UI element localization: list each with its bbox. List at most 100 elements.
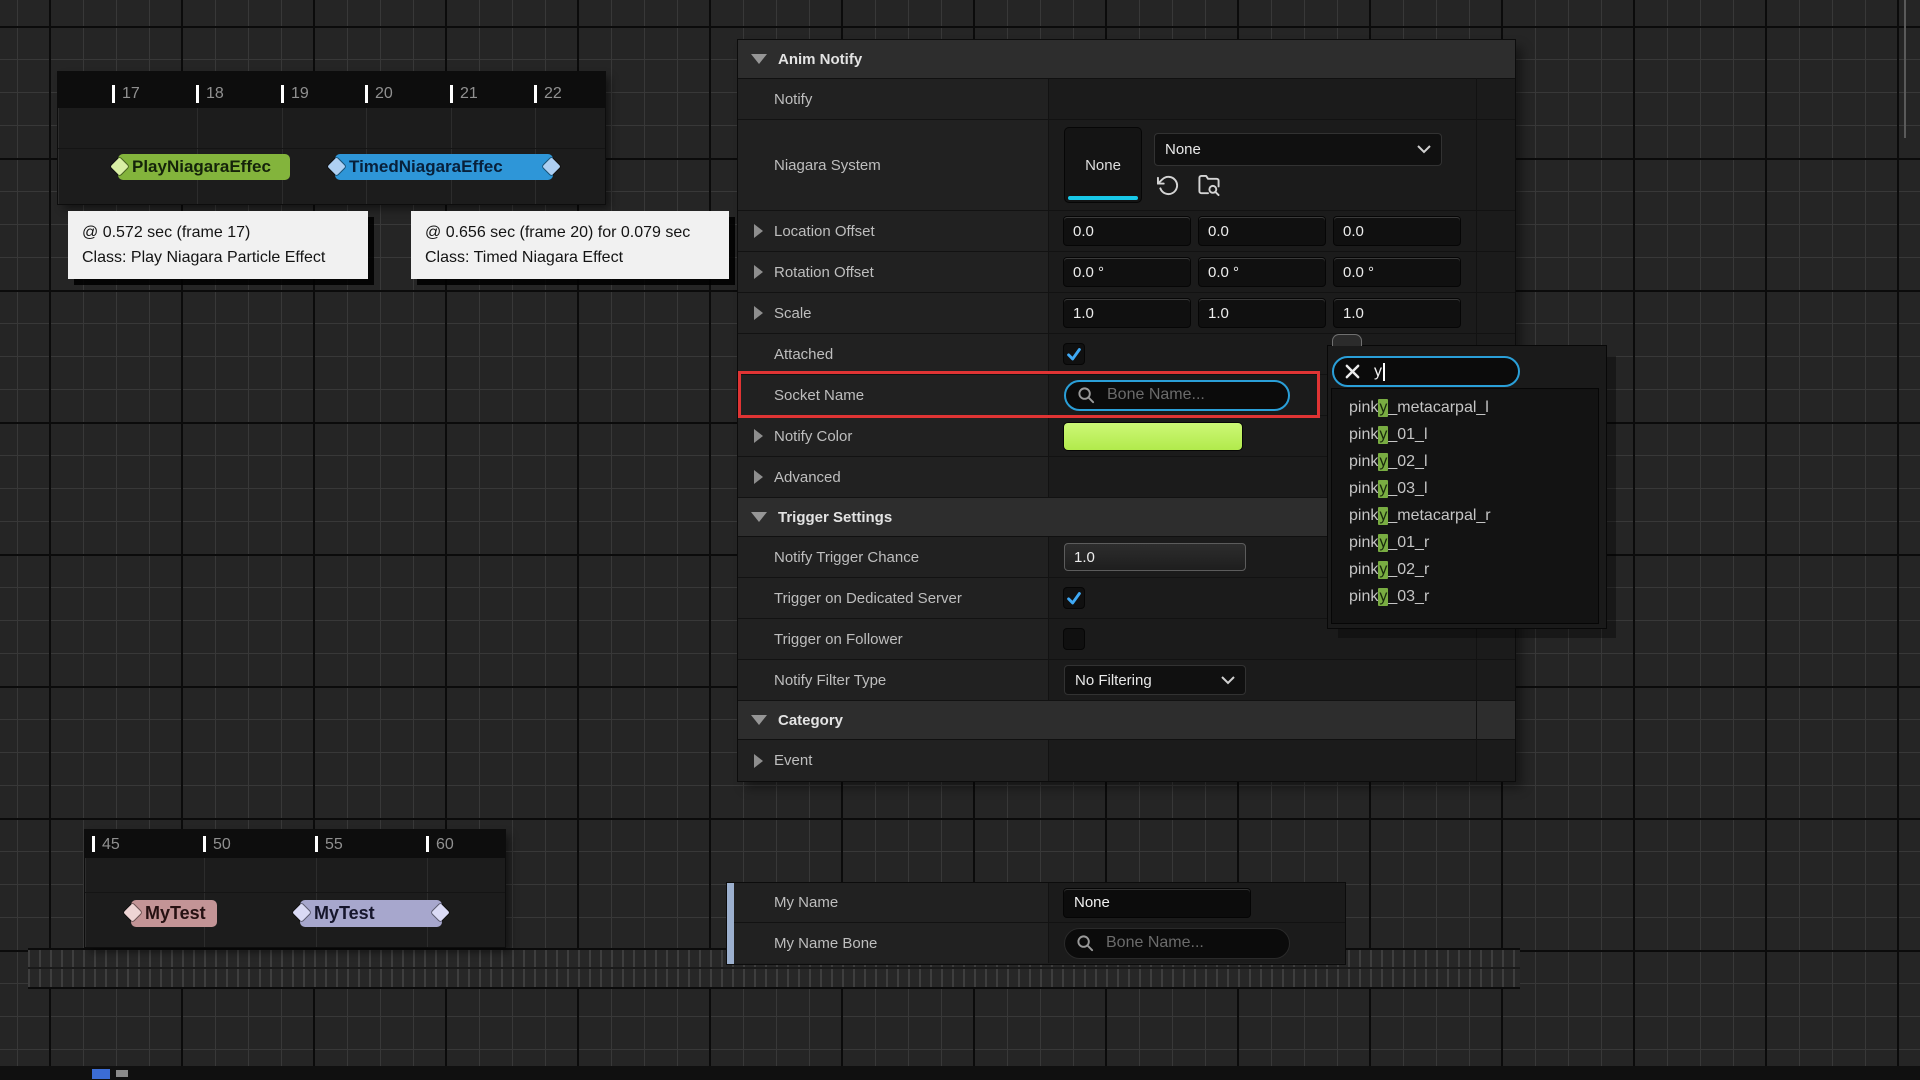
collapse-triangle-icon[interactable] bbox=[751, 715, 767, 725]
section-header-anim-notify[interactable]: Anim Notify bbox=[738, 40, 1515, 79]
search-icon bbox=[1077, 386, 1096, 405]
asset-thumbnail[interactable]: None bbox=[1064, 127, 1142, 203]
my-name-bone-search[interactable] bbox=[1064, 928, 1290, 959]
collapse-triangle-icon[interactable] bbox=[751, 54, 767, 64]
range-marker bbox=[116, 1070, 128, 1077]
socket-name-input[interactable] bbox=[1105, 385, 1269, 405]
collapse-triangle-icon[interactable] bbox=[751, 512, 767, 522]
notify-diamond-icon[interactable] bbox=[292, 903, 310, 921]
row-event: Event bbox=[738, 740, 1515, 781]
expand-triangle-icon[interactable] bbox=[754, 754, 763, 768]
clear-search-icon[interactable] bbox=[1344, 363, 1361, 380]
notify-tooltip: @ 0.572 sec (frame 17) Class: Play Niaga… bbox=[68, 211, 368, 279]
notify-timed-niagara-effect[interactable]: TimedNiagaraEffec bbox=[335, 154, 553, 180]
expand-triangle-icon[interactable] bbox=[754, 470, 763, 484]
location-z-field[interactable]: 0.0 bbox=[1334, 217, 1460, 245]
chevron-down-icon bbox=[1221, 676, 1235, 685]
socket-name-search[interactable] bbox=[1064, 380, 1290, 411]
frame-ruler[interactable]: 17 18 19 20 21 22 bbox=[58, 72, 605, 108]
section-title: Category bbox=[778, 712, 843, 729]
notify-track-panel-bottom: 45 50 55 60 MyTest MyTest bbox=[85, 830, 505, 947]
notify-mytest-2[interactable]: MyTest bbox=[300, 900, 442, 927]
notify-diamond-icon[interactable] bbox=[110, 157, 128, 175]
row-label: My Name Bone bbox=[774, 935, 877, 952]
scale-x-field[interactable]: 1.0 bbox=[1064, 299, 1190, 327]
bone-search-box[interactable]: y bbox=[1332, 356, 1520, 387]
text-caret bbox=[1383, 363, 1385, 381]
expand-triangle-icon[interactable] bbox=[754, 224, 763, 238]
frame-tick: 50 bbox=[203, 836, 231, 853]
scale-z-field[interactable]: 1.0 bbox=[1334, 299, 1460, 327]
right-edge-divider bbox=[1904, 0, 1906, 138]
row-label: Event bbox=[774, 752, 812, 769]
frame-tick: 22 bbox=[534, 85, 562, 103]
section-title: Trigger Settings bbox=[778, 509, 892, 526]
notify-duration-diamond-icon[interactable] bbox=[542, 157, 560, 175]
notify-track-panel-top: 17 18 19 20 21 22 PlayNiagaraEffec Timed… bbox=[58, 72, 605, 204]
bone-option[interactable]: pinky_01_r bbox=[1332, 529, 1598, 556]
scale-y-field[interactable]: 1.0 bbox=[1199, 299, 1325, 327]
row-my-name: My Name None bbox=[734, 883, 1345, 923]
section-header-category[interactable]: Category bbox=[738, 701, 1515, 740]
tooltip-time: @ 0.656 sec (frame 20) for 0.079 sec bbox=[425, 220, 715, 245]
chevron-down-icon bbox=[1417, 145, 1431, 154]
bone-option[interactable]: pinky_03_r bbox=[1332, 583, 1598, 610]
follower-checkbox[interactable] bbox=[1064, 629, 1084, 649]
rotation-y-field[interactable]: 0.0 ° bbox=[1199, 258, 1325, 286]
expand-triangle-icon[interactable] bbox=[754, 265, 763, 279]
row-niagara-system: Niagara System None None bbox=[738, 120, 1515, 211]
bone-option[interactable]: pinky_01_l bbox=[1332, 421, 1598, 448]
row-label: Rotation Offset bbox=[774, 264, 874, 281]
row-label: Scale bbox=[774, 305, 812, 322]
frame-tick: 55 bbox=[315, 836, 343, 853]
location-y-field[interactable]: 0.0 bbox=[1199, 217, 1325, 245]
notify-filter-type-select[interactable]: No Filtering bbox=[1064, 665, 1246, 695]
notify-diamond-icon[interactable] bbox=[123, 903, 141, 921]
frame-ruler[interactable]: 45 50 55 60 bbox=[85, 830, 505, 858]
frame-tick: 60 bbox=[426, 836, 454, 853]
browse-to-asset-icon[interactable] bbox=[1196, 173, 1221, 197]
selected-filter: No Filtering bbox=[1075, 672, 1152, 689]
use-selected-asset-icon[interactable] bbox=[1156, 173, 1181, 197]
frame-tick: 20 bbox=[365, 85, 393, 103]
rotation-x-field[interactable]: 0.0 ° bbox=[1064, 258, 1190, 286]
frame-tick: 18 bbox=[196, 85, 224, 103]
rotation-z-field[interactable]: 0.0 ° bbox=[1334, 258, 1460, 286]
expand-triangle-icon[interactable] bbox=[754, 306, 763, 320]
notify-diamond-icon[interactable] bbox=[327, 157, 345, 175]
tooltip-class: Class: Timed Niagara Effect bbox=[425, 245, 715, 270]
gridline bbox=[85, 858, 86, 947]
tooltip-class: Class: Play Niagara Particle Effect bbox=[82, 245, 354, 270]
bone-option[interactable]: pinky_metacarpal_l bbox=[1332, 394, 1598, 421]
row-label: Trigger on Follower bbox=[774, 631, 903, 648]
notify-color-swatch[interactable] bbox=[1064, 423, 1242, 450]
expand-triangle-icon[interactable] bbox=[754, 429, 763, 443]
niagara-system-select[interactable]: None bbox=[1154, 133, 1442, 166]
row-label: Notify bbox=[774, 91, 812, 108]
row-label: Notify Color bbox=[774, 428, 852, 445]
row-notify-filter-type: Notify Filter Type No Filtering bbox=[738, 660, 1515, 701]
row-label: Trigger on Dedicated Server bbox=[774, 590, 962, 607]
bone-picker-dropdown: y pinky_metacarpal_l pinky_01_l pinky_02… bbox=[1328, 346, 1606, 628]
bone-option[interactable]: pinky_02_r bbox=[1332, 556, 1598, 583]
location-x-field[interactable]: 0.0 bbox=[1064, 217, 1190, 245]
bone-option[interactable]: pinky_02_l bbox=[1332, 448, 1598, 475]
bone-option[interactable]: pinky_03_l bbox=[1332, 475, 1598, 502]
row-label: Notify Trigger Chance bbox=[774, 549, 919, 566]
bone-search-text[interactable]: y bbox=[1374, 363, 1382, 381]
my-name-field[interactable]: None bbox=[1064, 889, 1250, 917]
selected-asset-name: None bbox=[1165, 141, 1201, 158]
bone-option[interactable]: pinky_metacarpal_r bbox=[1332, 502, 1598, 529]
dropdown-notch bbox=[1332, 334, 1362, 346]
dedicated-server-checkbox[interactable] bbox=[1064, 588, 1084, 608]
attached-checkbox[interactable] bbox=[1064, 344, 1084, 364]
row-label: Location Offset bbox=[774, 223, 875, 240]
my-name-bone-input[interactable] bbox=[1104, 933, 1268, 953]
range-handle[interactable] bbox=[92, 1069, 110, 1079]
notify-play-niagara-effect[interactable]: PlayNiagaraEffec bbox=[118, 154, 290, 180]
row-label: Niagara System bbox=[774, 157, 881, 174]
notify-mytest-1[interactable]: MyTest bbox=[131, 900, 217, 927]
tooltip-time: @ 0.572 sec (frame 17) bbox=[82, 220, 354, 245]
trigger-chance-field[interactable]: 1.0 bbox=[1064, 543, 1246, 571]
notify-duration-diamond-icon[interactable] bbox=[431, 903, 449, 921]
